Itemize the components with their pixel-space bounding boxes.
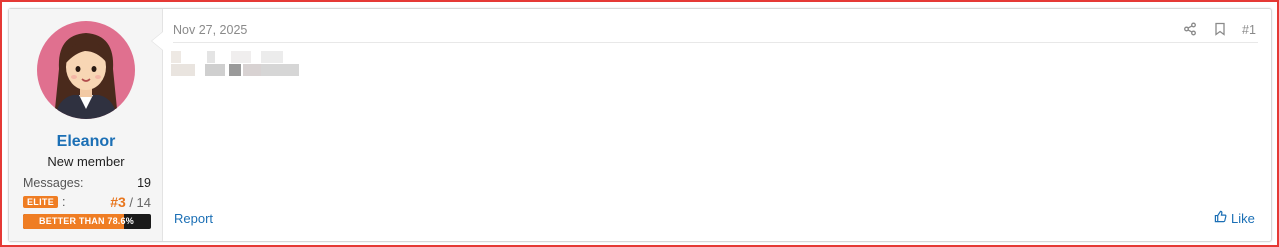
share-icon[interactable] xyxy=(1183,22,1197,36)
post-content-blurred xyxy=(171,50,301,78)
post-pointer-arrow xyxy=(152,32,163,50)
report-link[interactable]: Report xyxy=(174,211,213,226)
post-date[interactable]: Nov 27, 2025 xyxy=(173,23,247,37)
messages-count: 19 xyxy=(137,176,151,190)
rank-value: #3 xyxy=(110,194,126,210)
user-title: New member xyxy=(47,154,125,169)
rank-total: / 14 xyxy=(129,195,151,210)
post-container xyxy=(8,8,1272,242)
messages-label: Messages: xyxy=(23,176,84,190)
avatar-illustration xyxy=(55,33,117,119)
thumbs-up-icon xyxy=(1214,210,1227,226)
elite-badge: ELITE xyxy=(23,196,59,208)
avatar[interactable] xyxy=(37,21,135,119)
user-info-panel: Eleanor New member Messages: 19 ELITE : … xyxy=(9,9,163,241)
bookmark-icon[interactable] xyxy=(1213,22,1227,36)
username[interactable]: Eleanor xyxy=(9,133,163,151)
post-number[interactable]: #1 xyxy=(1242,23,1256,37)
like-label: Like xyxy=(1231,210,1255,226)
progress-label: BETTER THAN 78.6% xyxy=(39,216,134,226)
post-header-divider xyxy=(173,42,1258,43)
elite-rank-row: ELITE : #3 / 14 xyxy=(23,194,151,210)
messages-stat: Messages: 19 xyxy=(23,176,151,190)
like-button[interactable]: Like xyxy=(1214,210,1255,226)
badge-separator: : xyxy=(62,195,66,209)
rank-progress-bar: BETTER THAN 78.6% xyxy=(23,214,151,229)
